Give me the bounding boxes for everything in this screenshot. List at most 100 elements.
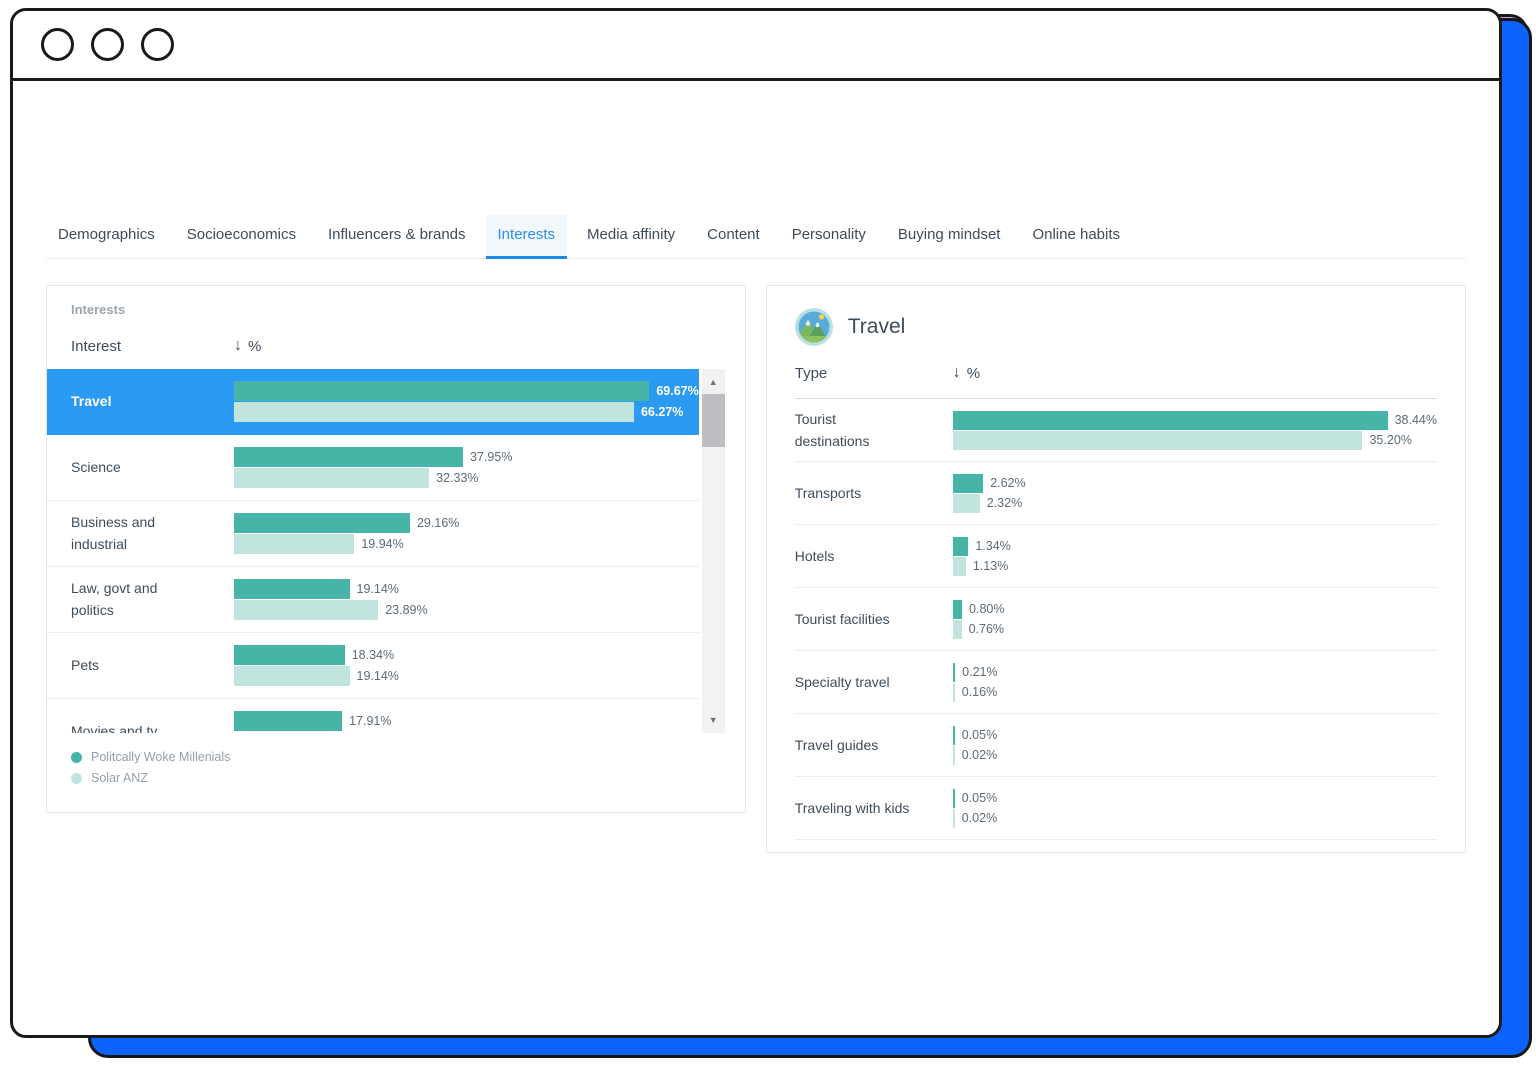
bar-solar-anz[interactable]	[234, 402, 634, 422]
travel-detail-panel: Travel Type ↓ % Tourist destinations38.4…	[766, 285, 1466, 853]
tab-media-affinity[interactable]: Media affinity	[575, 215, 687, 259]
bar-value-label: 0.16%	[962, 685, 997, 699]
interests-list-header: Interest ↓ %	[47, 317, 745, 369]
row-bars: 38.44%35.20%	[953, 410, 1437, 451]
bar-politcally-woke-millenials[interactable]	[953, 726, 955, 745]
window-titlebar	[13, 11, 1499, 81]
percent-column-header[interactable]: %	[248, 338, 261, 355]
scrollbar-thumb[interactable]	[702, 394, 725, 447]
bar-line-s2: 0.02%	[953, 746, 1437, 765]
bar-politcally-woke-millenials[interactable]	[953, 474, 983, 493]
sort-descending-icon[interactable]: ↓	[953, 364, 961, 382]
legend-label: Politcally Woke Millenials	[91, 750, 230, 764]
bar-solar-anz[interactable]	[953, 809, 955, 828]
scrollbar[interactable]: ▲ ▼	[702, 369, 725, 733]
type-row-tourist-facilities[interactable]: Tourist facilities0.80%0.76%	[795, 588, 1437, 651]
travel-detail-title: Travel	[848, 315, 906, 339]
bar-politcally-woke-millenials[interactable]	[953, 789, 955, 808]
bar-solar-anz[interactable]	[953, 431, 1363, 450]
interest-row-business-and-industrial[interactable]: Business and industrial29.16%19.94%	[47, 501, 699, 567]
tab-interests[interactable]: Interests	[486, 215, 568, 259]
interest-row-pets[interactable]: Pets18.34%19.14%	[47, 633, 699, 699]
bar-line-s1: 69.67%	[234, 381, 699, 401]
bar-line-s2: 1.13%	[953, 557, 1437, 576]
bar-solar-anz[interactable]	[953, 746, 955, 765]
bar-line-s1: 37.95%	[234, 447, 699, 467]
sort-descending-icon[interactable]: ↓	[234, 337, 242, 355]
window-control-2[interactable]	[91, 28, 124, 61]
row-bars: 19.14%23.89%	[234, 578, 699, 621]
bar-value-label: 18.34%	[352, 648, 394, 662]
row-label: Transports	[795, 482, 953, 504]
bar-line-s1: 1.34%	[953, 537, 1437, 556]
bar-politcally-woke-millenials[interactable]	[953, 537, 969, 556]
row-label: Travel guides	[795, 734, 953, 756]
tab-online-habits[interactable]: Online habits	[1020, 215, 1132, 259]
bar-line-s1: 29.16%	[234, 513, 699, 533]
type-column-header[interactable]: Type	[795, 365, 953, 382]
bar-politcally-woke-millenials[interactable]	[234, 447, 463, 467]
bar-solar-anz[interactable]	[953, 557, 966, 576]
bar-solar-anz[interactable]	[953, 683, 955, 702]
row-bars: 1.34% 1.13%	[953, 536, 1437, 577]
type-row-travel-guides[interactable]: Travel guides0.05%0.02%	[795, 714, 1437, 777]
bar-politcally-woke-millenials[interactable]	[234, 645, 345, 665]
travel-types-list: Tourist destinations38.44%35.20%Transpor…	[795, 399, 1437, 840]
tab-influencers-brands[interactable]: Influencers & brands	[316, 215, 478, 259]
tab-socioeconomics[interactable]: Socioeconomics	[175, 215, 308, 259]
row-bars: 29.16%19.94%	[234, 512, 699, 555]
row-label: Hotels	[795, 545, 953, 567]
bar-politcally-woke-millenials[interactable]	[953, 663, 955, 682]
window-control-1[interactable]	[41, 28, 74, 61]
bar-value-label: 1.34%	[975, 539, 1010, 553]
bar-line-s2: 0.02%	[953, 809, 1437, 828]
bar-solar-anz[interactable]	[234, 534, 354, 554]
scrollbar-up-arrow-icon[interactable]: ▲	[702, 371, 725, 393]
tab-buying-mindset[interactable]: Buying mindset	[886, 215, 1013, 259]
legend-dot-icon	[71, 773, 82, 784]
row-label: Specialty travel	[795, 671, 953, 693]
type-row-specialty-travel[interactable]: Specialty travel0.21%0.16%	[795, 651, 1437, 714]
bar-value-label: 0.02%	[962, 811, 997, 825]
legend-item: Politcally Woke Millenials	[71, 750, 721, 764]
type-row-hotels[interactable]: Hotels 1.34% 1.13%	[795, 525, 1437, 588]
row-label: Travel	[71, 391, 234, 413]
bar-politcally-woke-millenials[interactable]	[234, 579, 350, 599]
bar-politcally-woke-millenials[interactable]	[234, 711, 342, 731]
type-row-transports[interactable]: Transports 2.62% 2.32%	[795, 462, 1437, 525]
tab-content[interactable]: Content	[695, 215, 772, 259]
tab-demographics[interactable]: Demographics	[46, 215, 167, 259]
row-bars: 0.21%0.16%	[953, 662, 1437, 703]
browser-window: DemographicsSocioeconomicsInfluencers & …	[10, 8, 1502, 1038]
interest-column-header[interactable]: Interest	[71, 338, 234, 355]
bar-politcally-woke-millenials[interactable]	[953, 600, 962, 619]
bar-solar-anz[interactable]	[234, 600, 378, 620]
bar-politcally-woke-millenials[interactable]	[953, 411, 1388, 430]
bar-value-label: 2.62%	[990, 476, 1025, 490]
percent-column-header[interactable]: %	[967, 365, 980, 382]
tab-personality[interactable]: Personality	[780, 215, 878, 259]
interest-row-law-govt-and-politics[interactable]: Law, govt and politics19.14%23.89%	[47, 567, 699, 633]
interest-row-movies-and-tv[interactable]: Movies and tv 17.91%	[47, 699, 699, 733]
interest-row-travel[interactable]: Travel69.67%66.27%	[47, 369, 699, 435]
interest-row-science[interactable]: Science37.95%32.33%	[47, 435, 699, 501]
bar-value-label: 17.91%	[349, 714, 391, 728]
bar-line-s2: 35.20%	[953, 431, 1437, 450]
bar-politcally-woke-millenials[interactable]	[234, 513, 410, 533]
interests-panel-title: Interests	[47, 302, 745, 317]
row-label: Business and industrial	[71, 512, 234, 555]
bar-line-s1: 2.62%	[953, 474, 1437, 493]
type-row-traveling-with-kids[interactable]: Traveling with kids0.05%0.02%	[795, 777, 1437, 840]
window-control-3[interactable]	[141, 28, 174, 61]
travel-mountains-icon	[795, 308, 833, 346]
bar-politcally-woke-millenials[interactable]	[234, 381, 649, 401]
row-label: Movies and tv	[71, 721, 234, 733]
bar-solar-anz[interactable]	[234, 666, 350, 686]
type-row-tourist-destinations[interactable]: Tourist destinations38.44%35.20%	[795, 399, 1437, 462]
bar-solar-anz[interactable]	[953, 620, 962, 639]
bar-solar-anz[interactable]	[234, 468, 429, 488]
bar-solar-anz[interactable]	[953, 494, 980, 513]
bar-value-label: 2.32%	[987, 496, 1022, 510]
scrollbar-down-arrow-icon[interactable]: ▼	[702, 709, 725, 731]
row-label: Science	[71, 457, 234, 479]
